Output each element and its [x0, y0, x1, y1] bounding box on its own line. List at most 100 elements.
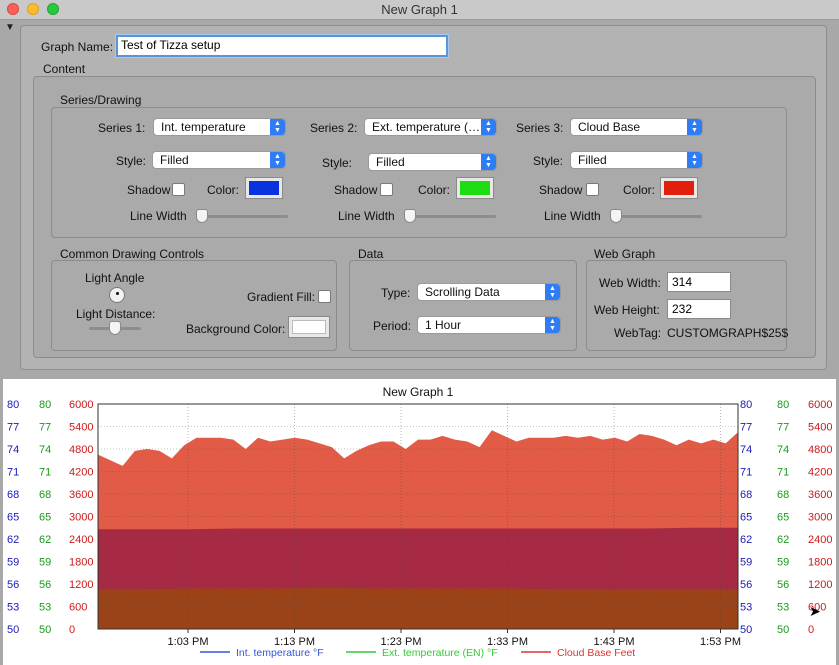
y-tick-label-right: 77 [777, 422, 789, 434]
web-width-input[interactable]: 314 [667, 272, 731, 292]
series-3-style-value: Filled [578, 153, 607, 167]
series-3-line-width-label: Line Width [544, 209, 601, 223]
y-tick-label-left: 56 [7, 579, 19, 591]
graph-preview: New Graph 1 1:03 PM 1:13 PM 1:23 PM 1:33 PM 1… [3, 379, 836, 665]
y-tick-label-left: 4200 [69, 467, 93, 479]
y-tick-label-right: 59 [777, 557, 789, 569]
chevron-updown-icon: ▲ ▼ [481, 119, 496, 135]
series-2-style-select[interactable]: Filled ▲ ▼ [368, 153, 497, 171]
series-drawing-group: Series 1: Int. temperature ▲ ▼ Style: Fill… [51, 107, 787, 238]
y-tick-label-left: 68 [7, 489, 19, 501]
disclosure-triangle-icon[interactable]: ▼ [5, 22, 15, 33]
y-tick-label-right: 68 [740, 489, 752, 501]
series-1-shadow-checkbox[interactable] [172, 183, 185, 196]
light-angle-label: Light Angle [85, 271, 145, 285]
y-tick-label-right: 1200 [808, 579, 832, 591]
series-1-style-label: Style: [116, 154, 147, 168]
y-tick-label-right: 74 [777, 444, 789, 456]
y-tick-label-left: 59 [7, 557, 19, 569]
series-1-color-label: Color: [207, 183, 240, 197]
chevron-updown-icon: ▲ ▼ [481, 154, 496, 170]
chart-title: New Graph 1 [383, 385, 454, 399]
web-graph-title: Web Graph [594, 247, 656, 261]
y-tick-label-right: 74 [740, 444, 752, 456]
light-distance-slider[interactable] [109, 321, 121, 335]
series-3-style-select[interactable]: Filled ▲ ▼ [570, 151, 703, 169]
series-2-label: Series 2: [310, 121, 358, 135]
y-tick-label-right: 68 [777, 489, 789, 501]
background-color-well[interactable] [288, 316, 330, 338]
y-tick-label-left: 53 [39, 602, 51, 614]
data-period-select[interactable]: 1 Hour ▲ ▼ [417, 316, 561, 334]
content-label: Content [43, 62, 86, 76]
y-tick-label-left: 65 [39, 512, 51, 524]
graph-name-input[interactable]: Test of Tizza setup [116, 35, 448, 57]
y-tick-label-left: 6000 [69, 399, 93, 411]
series-2-shadow-checkbox[interactable] [380, 183, 393, 196]
content-group: Series/Drawing Series 1: Int. temperatur… [33, 76, 816, 358]
y-tick-label-left: 53 [7, 602, 19, 614]
ext-temperature-area [98, 587, 738, 629]
chevron-updown-icon: ▲ ▼ [687, 119, 702, 135]
y-tick-label-left: 56 [39, 579, 51, 591]
y-tick-label-right: 2400 [808, 534, 832, 546]
series-3-shadow-checkbox[interactable] [586, 183, 599, 196]
legend-label: Cloud Base Feet [557, 647, 635, 659]
series-drawing-label: Series/Drawing [60, 93, 142, 107]
gradient-fill-checkbox[interactable] [318, 290, 331, 303]
series-2-color-label: Color: [418, 183, 451, 197]
series-1-style-select[interactable]: Filled ▲ ▼ [152, 151, 286, 169]
data-type-label: Type: [381, 286, 411, 300]
data-period-value: 1 Hour [425, 318, 462, 332]
series-1-color-swatch [249, 181, 279, 195]
y-tick-label-left: 77 [39, 422, 51, 434]
y-tick-label-right: 5400 [808, 422, 832, 434]
y-tick-label-right: 4800 [808, 444, 832, 456]
data-type-select[interactable]: Scrolling Data ▲ ▼ [417, 283, 561, 301]
y-tick-label-right: 0 [808, 624, 814, 636]
series-3-select[interactable]: Cloud Base ▲ ▼ [570, 118, 703, 136]
series-1-color-well[interactable] [245, 177, 283, 199]
y-tick-label-right: 56 [740, 579, 752, 591]
series-3-line-width-track[interactable] [612, 215, 702, 218]
series-3-line-width-slider[interactable] [610, 209, 622, 223]
y-tick-label-left: 5400 [69, 422, 93, 434]
data-type-value: Scrolling Data [425, 285, 500, 299]
y-tick-label-right: 62 [740, 534, 752, 546]
window-titlebar[interactable]: New Graph 1 [0, 0, 839, 20]
series-1-line-width-slider[interactable] [196, 209, 208, 223]
gradient-fill-label: Gradient Fill: [247, 290, 316, 304]
y-tick-label-right: 4200 [808, 467, 832, 479]
y-tick-label-left: 74 [7, 444, 19, 456]
data-title: Data [358, 247, 384, 261]
y-tick-label-right: 1800 [808, 557, 832, 569]
y-tick-label-left: 1200 [69, 579, 93, 591]
series-3-color-well[interactable] [660, 177, 698, 199]
series-3-select-value: Cloud Base [578, 120, 641, 134]
series-1-label: Series 1: [98, 121, 146, 135]
y-tick-label-left: 80 [39, 399, 51, 411]
series-2-line-width-slider[interactable] [404, 209, 416, 223]
light-angle-knob-dot [116, 292, 119, 295]
series-2-line-width-track[interactable] [406, 215, 496, 218]
chevron-updown-icon: ▲ ▼ [270, 119, 285, 135]
y-tick-label-left: 77 [7, 422, 19, 434]
chevron-updown-icon: ▲ ▼ [545, 284, 560, 300]
y-tick-label-right: 65 [740, 512, 752, 524]
series-2-select[interactable]: Ext. temperature (… ▲ ▼ [364, 118, 497, 136]
y-tick-label-right: 50 [777, 624, 789, 636]
y-tick-label-left: 59 [39, 557, 51, 569]
y-tick-label-left: 2400 [69, 534, 93, 546]
light-angle-knob[interactable] [109, 287, 125, 303]
web-height-input[interactable]: 232 [667, 299, 731, 319]
series-1-style-value: Filled [160, 153, 189, 167]
y-tick-label-right: 50 [740, 624, 752, 636]
series-1-shadow-label: Shadow [127, 183, 171, 197]
series-3-style-label: Style: [533, 154, 564, 168]
series-2-color-well[interactable] [456, 177, 494, 199]
y-tick-label-left: 50 [39, 624, 51, 636]
y-tick-label-left: 50 [7, 624, 19, 636]
series-1-line-width-track[interactable] [198, 215, 288, 218]
series-1-select[interactable]: Int. temperature ▲ ▼ [153, 118, 286, 136]
chevron-updown-icon: ▲ ▼ [687, 152, 702, 168]
